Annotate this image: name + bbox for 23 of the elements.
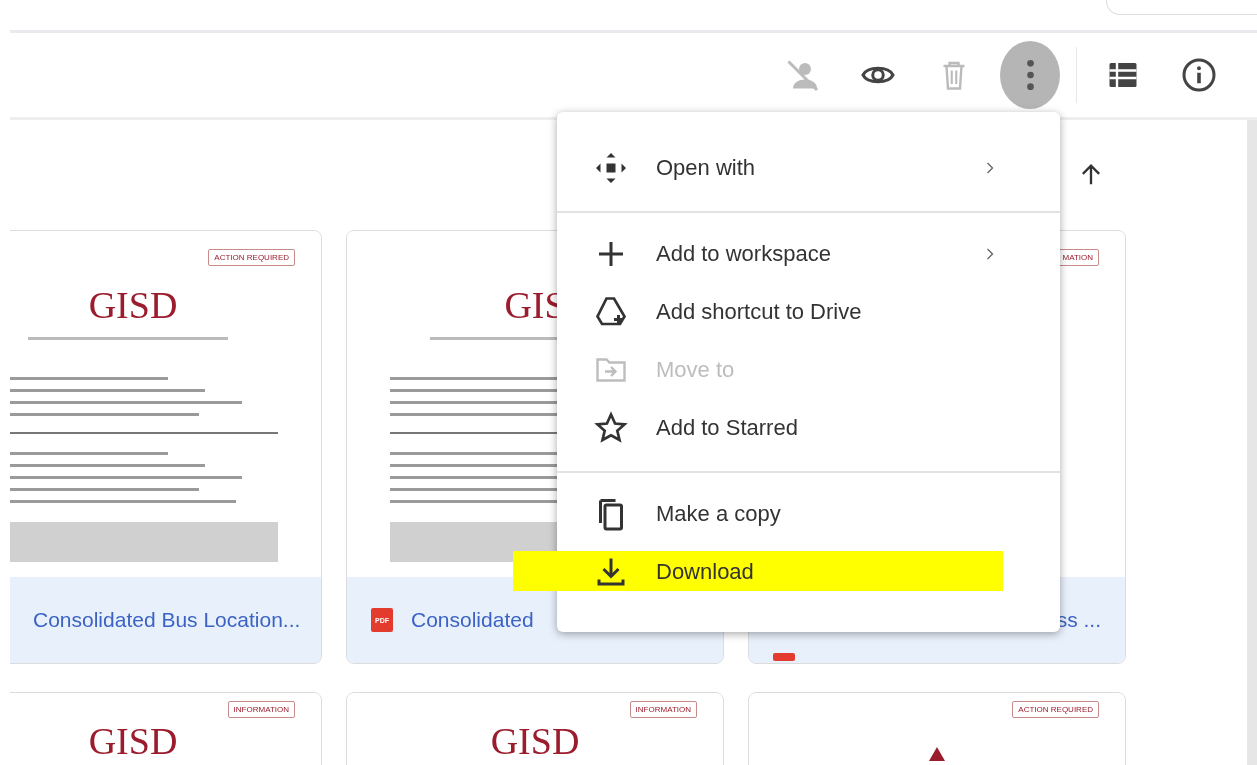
file-card[interactable]: INFORMATION GISD xyxy=(10,692,322,765)
more-button[interactable] xyxy=(1000,41,1060,109)
logo-text: GISD xyxy=(88,283,178,328)
status-label: ACTION REQUIRED xyxy=(1012,701,1099,718)
file-card[interactable]: INFORMATION GISD xyxy=(346,692,724,765)
logo-text: GISD xyxy=(490,719,580,764)
person-off-icon xyxy=(784,57,820,93)
more-icon xyxy=(1026,60,1034,90)
scrollbar[interactable] xyxy=(1247,120,1257,765)
status-label: INFORMATION xyxy=(629,701,697,718)
status-label: ACTION REQUIRED xyxy=(208,249,295,266)
status-label: INFORMATION xyxy=(227,701,295,718)
pdf-file-icon xyxy=(773,653,795,661)
file-name: Consolidated Bus Location... xyxy=(33,608,301,632)
logo-text: GISD xyxy=(88,719,178,764)
search-field[interactable] xyxy=(1106,0,1257,15)
menu-item[interactable]: Open with xyxy=(557,139,1060,197)
star-icon xyxy=(593,410,629,446)
info-icon xyxy=(1181,57,1217,93)
file-card[interactable]: ACTION REQUIRED GISD Consolidated Bus Location... xyxy=(10,230,322,664)
highlighter-mark xyxy=(513,551,557,591)
file-name: Consolidated xyxy=(411,608,535,632)
file-card[interactable]: ACTION REQUIRED xyxy=(748,692,1126,765)
